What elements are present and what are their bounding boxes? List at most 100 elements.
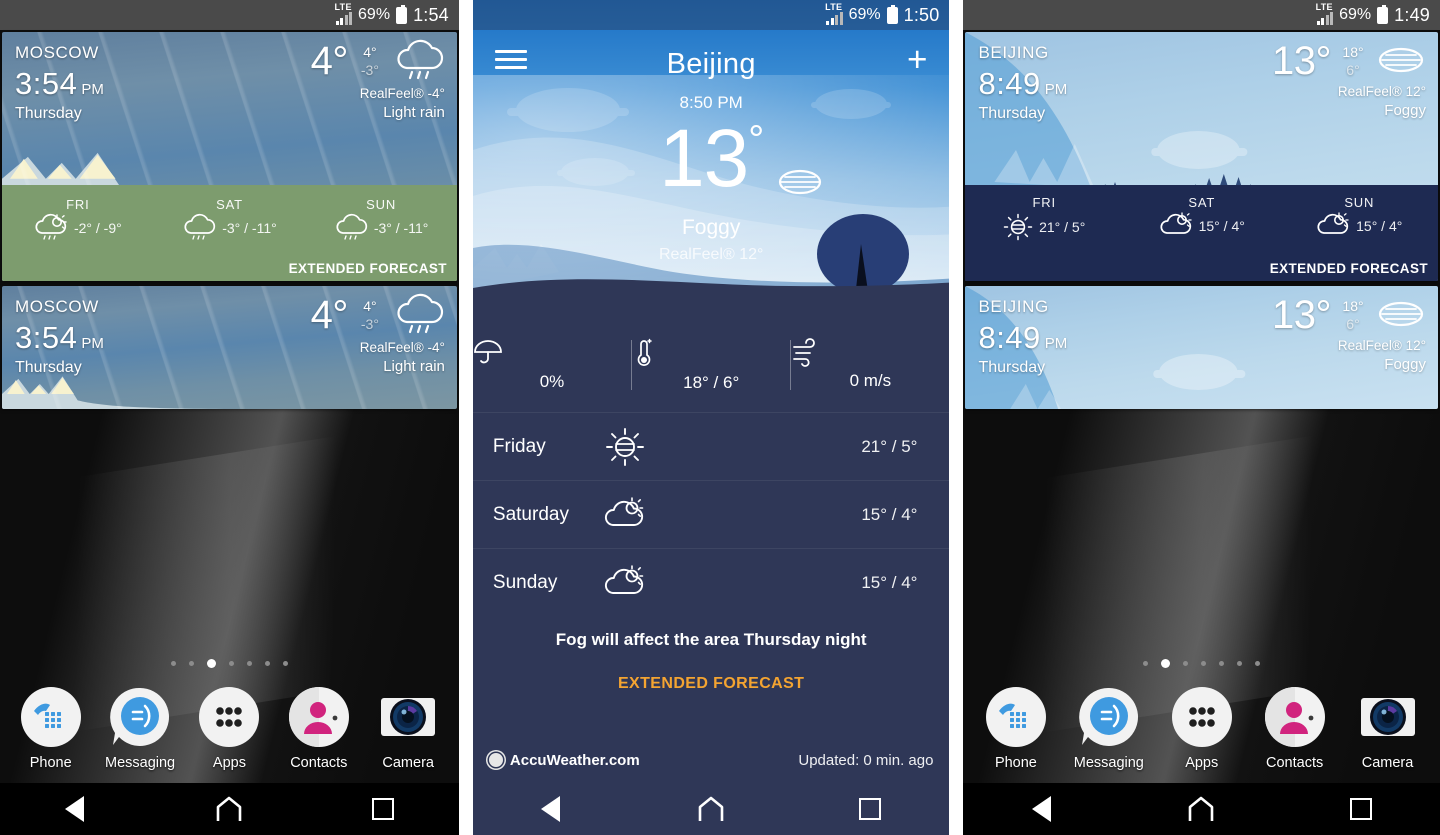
widget-forecast-day[interactable]: SUN -3° / -11° — [305, 197, 457, 241]
back-icon[interactable] — [65, 796, 85, 822]
sunny-icon — [1003, 213, 1033, 241]
detail-value: 18° / 6° — [683, 372, 740, 392]
forecast-temps: -2° / -9° — [73, 220, 122, 236]
page-dot[interactable] — [228, 661, 234, 666]
dock: Phone Messaging Apps Contacts Camera — [0, 686, 459, 771]
extended-forecast-link[interactable]: EXTENDED FORECAST — [289, 261, 447, 276]
navigation-bar — [472, 783, 950, 835]
widget-realfeel: RealFeel® 12° — [1337, 84, 1426, 99]
back-icon[interactable] — [541, 796, 561, 822]
extended-forecast-link[interactable]: EXTENDED FORECAST — [1270, 261, 1428, 276]
weather-widget-small[interactable]: BEIJING 8:49 PM Thursday 13° 18° 6° Real… — [965, 286, 1438, 409]
widget-city-name: BEIJING — [978, 43, 1049, 62]
dock-item-camera[interactable]: Camera — [1348, 686, 1428, 771]
widget-forecast-day[interactable]: SAT 15° / 4° — [1123, 195, 1281, 241]
home-icon[interactable] — [215, 796, 242, 822]
provider-attribution[interactable]: AccuWeather.com — [488, 752, 640, 769]
forecast-temps: 15° / 4° — [1198, 218, 1245, 234]
page-dot[interactable] — [1255, 661, 1261, 666]
dock-label: Contacts — [1266, 755, 1324, 771]
widget-low-temp: -3° — [360, 315, 379, 332]
detail-value: 0% — [539, 371, 565, 391]
page-dot-active[interactable] — [206, 659, 216, 668]
recents-icon[interactable] — [371, 798, 394, 820]
page-dot[interactable] — [188, 661, 194, 666]
widget-forecast-day[interactable]: FRI 21° / 5° — [965, 195, 1123, 241]
apps-grid-icon — [1171, 686, 1233, 748]
dock-item-contacts[interactable]: Contacts — [279, 686, 359, 771]
widget-current-temp: 4° — [310, 39, 349, 83]
contacts-icon — [288, 686, 350, 748]
home-icon[interactable] — [697, 796, 723, 822]
recents-icon[interactable] — [1349, 798, 1372, 820]
widget-city-name: MOSCOW — [15, 43, 99, 62]
battery-icon — [1377, 4, 1389, 24]
widget-weekday: Thursday — [978, 359, 1046, 376]
dock-item-camera[interactable]: Camera — [368, 686, 448, 771]
extended-forecast-button[interactable]: EXTENDED FORECAST — [473, 675, 950, 693]
dock-label: Phone — [994, 755, 1037, 771]
dock: Phone Messaging Apps Contacts Camera — [963, 686, 1440, 771]
phone-icon — [985, 686, 1047, 748]
widget-realfeel: RealFeel® -4° — [359, 86, 445, 101]
recents-icon[interactable] — [859, 798, 882, 820]
signal-bars-icon — [335, 12, 353, 25]
network-type-icon: LTE — [335, 2, 353, 25]
weather-widget-small[interactable]: MOSCOW 3:54 PM Thursday 4° 4° -3° RealFe… — [2, 286, 457, 409]
widget-time: 8:49 — [978, 66, 1041, 101]
cloud-rain-icon — [182, 213, 216, 241]
app-detail-row: 0% 18° / 6° 0 m/s — [473, 320, 950, 410]
dock-item-contacts[interactable]: Contacts — [1255, 686, 1335, 771]
page-indicator-dots — [963, 659, 1440, 668]
widget-forecast-day[interactable]: SUN 15° / 4° — [1280, 195, 1438, 241]
back-icon[interactable] — [1031, 796, 1051, 822]
page-dot[interactable] — [1143, 661, 1149, 666]
forecast-temps: 21° / 5° — [1039, 219, 1086, 235]
dock-item-phone[interactable]: Phone — [976, 686, 1056, 771]
forecast-row-sunday[interactable]: Sunday 15° / 4° — [472, 548, 950, 616]
dock-item-messaging[interactable]: Messaging — [100, 686, 180, 771]
widget-high-temp: 4° — [363, 44, 377, 60]
forecast-row-saturday[interactable]: Saturday 15° / 4° — [472, 480, 950, 548]
dock-item-apps[interactable]: Apps — [189, 686, 269, 771]
widget-current-temp: 13° — [1272, 293, 1332, 337]
page-dot[interactable] — [282, 661, 288, 666]
home-icon[interactable] — [1187, 796, 1214, 822]
widget-forecast-day[interactable]: SAT -3° / -11° — [154, 197, 306, 241]
weather-widget-large[interactable]: BEIJING 8:49 PM Thursday 13° 18° 6° Real… — [965, 32, 1438, 281]
network-type-icon: LTE — [825, 2, 843, 25]
widget-city-name: BEIJING — [978, 297, 1049, 316]
dock-item-phone[interactable]: Phone — [11, 686, 91, 771]
thermometer-icon — [632, 338, 790, 366]
widget-forecast-day[interactable]: FRI -2° / -9° — [2, 197, 154, 241]
widget-weekday: Thursday — [978, 105, 1046, 122]
forecast-day-label: SAT — [1188, 195, 1216, 210]
forecast-temps: -3° / -11° — [222, 220, 277, 236]
page-dot[interactable] — [1201, 661, 1207, 666]
battery-icon — [886, 4, 898, 24]
widget-current-conditions: 4° 4° -3° RealFeel® -4° Light rain — [311, 293, 445, 375]
forecast-row-friday[interactable]: Friday 21° / 5° — [472, 412, 950, 480]
page-dot[interactable] — [264, 661, 270, 666]
contacts-icon — [1264, 686, 1326, 748]
app-footer: AccuWeather.com Updated: 0 min. ago — [473, 745, 950, 775]
weather-widget-large[interactable]: MOSCOW 3:54 PM Thursday 4° 4° -3° RealFe… — [2, 32, 457, 281]
accuweather-sun-icon — [488, 753, 503, 767]
page-dot[interactable] — [170, 661, 176, 666]
wind-icon — [791, 337, 949, 367]
partly-cloudy-icon — [1159, 212, 1193, 239]
page-dot[interactable] — [246, 661, 252, 666]
page-dot[interactable] — [1237, 661, 1243, 666]
widget-location-block: BEIJING 8:49 PM Thursday — [978, 298, 1067, 376]
dock-item-apps[interactable]: Apps — [1162, 686, 1242, 771]
forecast-day-name: Saturday — [492, 503, 569, 525]
page-dot[interactable] — [1219, 661, 1225, 666]
camera-icon — [1357, 686, 1419, 748]
detail-temperature: 18° / 6° — [632, 338, 790, 393]
widget-3day-forecast: FRI 21° / 5° SAT 15° / 4° SUN 15° / 4° — [965, 195, 1438, 241]
dock-item-messaging[interactable]: Messaging — [1069, 686, 1149, 771]
mid-phone-screen: + Beijing 8:50 PM 13° Foggy RealFeel® 12… — [472, 0, 950, 835]
page-dot-active[interactable] — [1161, 659, 1171, 668]
page-dot[interactable] — [1183, 661, 1189, 666]
app-local-time: 8:50 PM — [679, 93, 743, 112]
